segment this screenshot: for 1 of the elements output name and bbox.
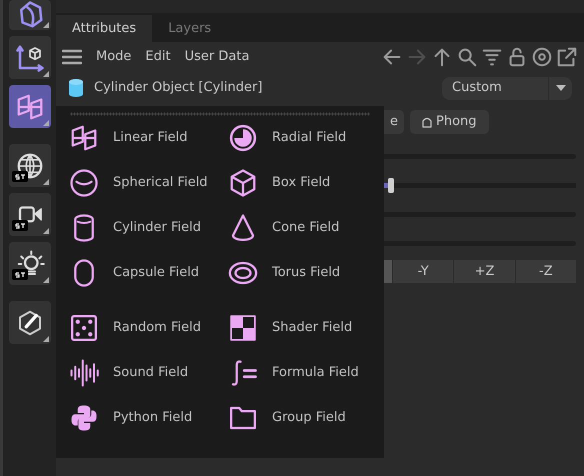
object-title: Cylinder Object [Cylinder] <box>94 79 262 98</box>
